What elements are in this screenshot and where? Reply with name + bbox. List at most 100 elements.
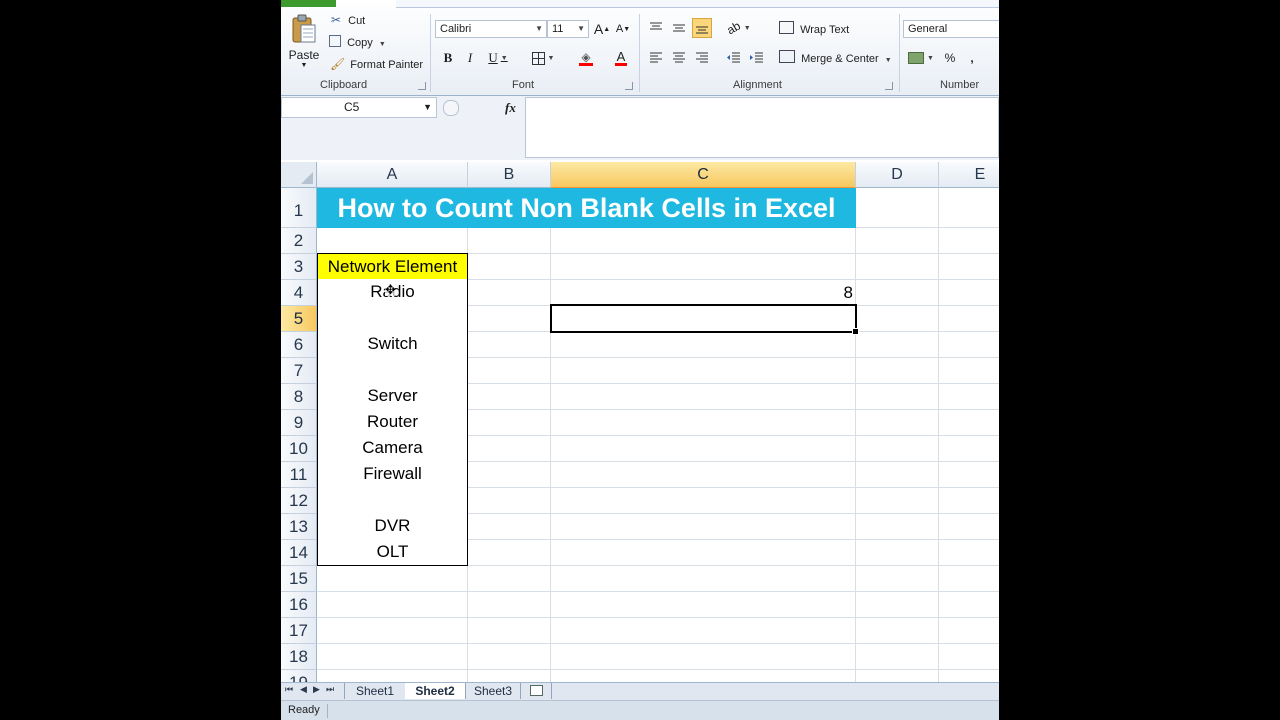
row-header-4[interactable]: 4: [281, 280, 317, 306]
list-item-cell[interactable]: Server: [317, 383, 468, 410]
insert-function-button[interactable]: fx: [505, 100, 516, 116]
align-center-button[interactable]: [670, 49, 688, 67]
font-launcher-icon[interactable]: [625, 82, 633, 90]
decrease-indent-button[interactable]: [725, 49, 743, 67]
column-header-b[interactable]: B: [468, 162, 551, 188]
fill-handle[interactable]: [852, 328, 859, 335]
percent-icon: %: [944, 51, 956, 65]
list-item-cell[interactable]: Camera: [317, 435, 468, 462]
clipboard-launcher-icon[interactable]: [418, 82, 426, 90]
list-item-cell[interactable]: DVR: [317, 513, 468, 540]
sheet-tab-sheet1[interactable]: Sheet1: [344, 683, 406, 699]
column-header-e[interactable]: E: [939, 162, 999, 188]
list-item-cell[interactable]: OLT: [317, 539, 468, 566]
align-left-button[interactable]: [647, 49, 665, 67]
row-header-11[interactable]: 11: [281, 462, 317, 488]
number-format-combo[interactable]: General: [903, 20, 999, 38]
row-header-15[interactable]: 15: [281, 566, 317, 592]
row-header-12[interactable]: 12: [281, 488, 317, 514]
list-item-cell[interactable]: Switch: [317, 331, 468, 358]
merge-center-label: Merge & Center: [801, 53, 879, 65]
column-header-d[interactable]: D: [856, 162, 939, 188]
orientation-button[interactable]: ab ▼: [725, 19, 753, 38]
grow-font-button[interactable]: A ▲: [593, 20, 611, 38]
formula-input[interactable]: [525, 97, 999, 158]
first-sheet-icon[interactable]: ⏮: [285, 684, 293, 695]
shrink-font-button[interactable]: A ▼: [615, 20, 631, 38]
paste-button[interactable]: Paste ▼: [287, 12, 321, 70]
fill-color-button[interactable]: ◈: [571, 47, 601, 69]
row-header-2[interactable]: 2: [281, 228, 317, 254]
font-name-combo[interactable]: Calibri ▼: [435, 20, 547, 38]
increase-indent-button[interactable]: [748, 49, 766, 67]
copy-dropdown-icon[interactable]: ▼: [379, 41, 386, 48]
insert-sheet-button[interactable]: [521, 683, 552, 699]
last-sheet-icon[interactable]: ⏭: [326, 684, 334, 695]
row-header-6[interactable]: 6: [281, 332, 317, 358]
worksheet-grid[interactable]: A B C D E 1 2 3 4 5 6 7 8 9 10 11 12 13 …: [281, 162, 999, 682]
cut-button[interactable]: ✂ Cut: [331, 13, 365, 27]
wrap-text-button[interactable]: Wrap Text: [779, 21, 849, 36]
font-color-swatch: [615, 63, 627, 66]
formula-bar: C5 ▼ fx: [281, 96, 999, 160]
row-header-1[interactable]: 1: [281, 188, 317, 228]
comma-button[interactable]: ,: [965, 49, 979, 67]
copy-button[interactable]: Copy ▼: [329, 35, 386, 49]
row-header-18[interactable]: 18: [281, 644, 317, 670]
list-item-cell[interactable]: Firewall: [317, 461, 468, 488]
bottom-align-button[interactable]: [692, 18, 712, 38]
comma-icon: ,: [970, 51, 974, 65]
column-header-a[interactable]: A: [317, 162, 468, 188]
italic-button[interactable]: I: [461, 49, 479, 67]
row-header-14[interactable]: 14: [281, 540, 317, 566]
row-header-16[interactable]: 16: [281, 592, 317, 618]
row-header-3[interactable]: 3: [281, 254, 317, 280]
list-header-cell[interactable]: Network Element: [317, 253, 468, 280]
name-box[interactable]: C5 ▼: [281, 97, 437, 118]
prev-sheet-icon[interactable]: ◀: [300, 684, 307, 695]
row-header-10[interactable]: 10: [281, 436, 317, 462]
row-header-19[interactable]: 19: [281, 670, 317, 682]
select-all-button[interactable]: [281, 162, 317, 188]
top-align-button[interactable]: [647, 19, 665, 37]
list-item-cell[interactable]: [317, 487, 468, 514]
row-header-13[interactable]: 13: [281, 514, 317, 540]
file-tab[interactable]: [281, 0, 336, 7]
row-header-8[interactable]: 8: [281, 384, 317, 410]
font-color-button[interactable]: A: [607, 47, 635, 69]
active-cell-c5[interactable]: [550, 304, 857, 333]
list-item-cell[interactable]: [317, 357, 468, 384]
formula-bar-resize-handle[interactable]: [443, 100, 459, 116]
underline-icon: U: [488, 50, 498, 65]
middle-align-button[interactable]: [670, 19, 688, 37]
merge-center-button[interactable]: Merge & Center ▼: [779, 50, 892, 65]
currency-button[interactable]: ▼: [905, 49, 937, 67]
merge-center-icon: [779, 50, 795, 63]
gridline: [317, 617, 999, 618]
list-item-cell[interactable]: Router: [317, 409, 468, 436]
row-header-5[interactable]: 5: [281, 306, 317, 332]
percent-button[interactable]: %: [941, 49, 959, 67]
underline-button[interactable]: U ▼: [484, 49, 512, 67]
sheet-tab-sheet3[interactable]: Sheet3: [466, 683, 521, 699]
wrap-text-icon: [779, 21, 794, 34]
next-sheet-icon[interactable]: ▶: [313, 684, 320, 695]
copy-label: Copy: [347, 37, 373, 49]
paste-dropdown-icon[interactable]: ▼: [301, 62, 308, 69]
font-size-combo[interactable]: 11 ▼: [547, 20, 589, 38]
row-header-7[interactable]: 7: [281, 358, 317, 384]
row-header-9[interactable]: 9: [281, 410, 317, 436]
sheet-tab-sheet2[interactable]: Sheet2: [405, 683, 466, 699]
column-header-c[interactable]: C: [551, 162, 856, 188]
format-painter-button[interactable]: 🖌 Format Painter: [330, 57, 423, 71]
chevron-down-icon[interactable]: ▼: [423, 98, 432, 117]
align-right-button[interactable]: [693, 49, 711, 67]
top-align-icon: [650, 22, 662, 30]
row-header-17[interactable]: 17: [281, 618, 317, 644]
bold-button[interactable]: B: [439, 49, 457, 67]
title-cell[interactable]: How to Count Non Blank Cells in Excel: [317, 188, 856, 228]
alignment-launcher-icon[interactable]: [885, 82, 893, 90]
borders-button[interactable]: ▼: [528, 49, 558, 67]
result-cell[interactable]: 8: [551, 280, 856, 305]
list-item-cell[interactable]: [317, 305, 468, 332]
